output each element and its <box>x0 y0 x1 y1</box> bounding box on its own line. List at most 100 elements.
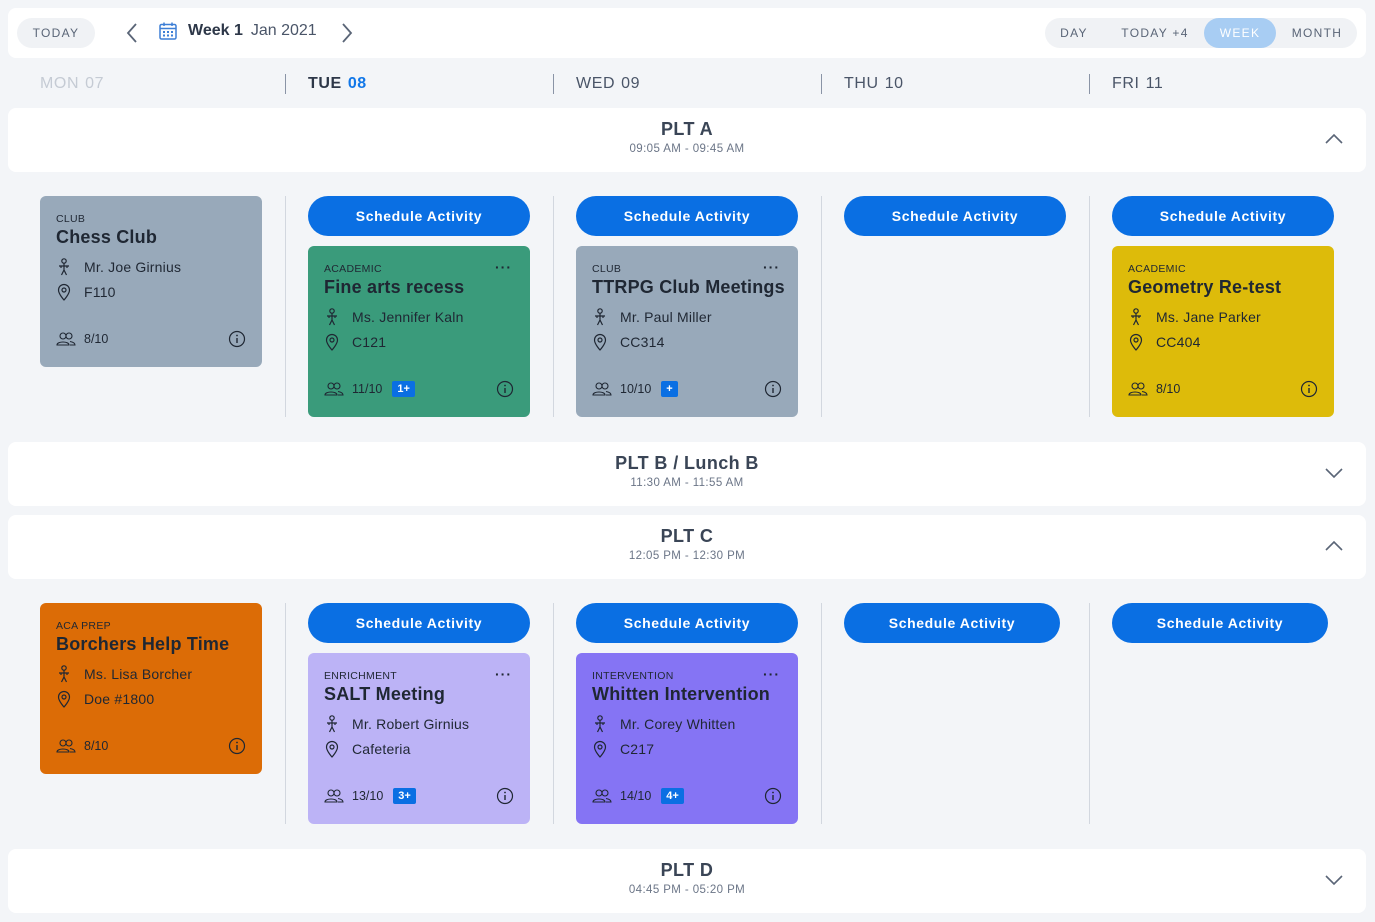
more-options-icon[interactable]: ··· <box>495 260 512 274</box>
period-header-plt-a[interactable]: PLT A 09:05 AM - 09:45 AM <box>8 108 1366 172</box>
teacher-icon <box>59 258 69 276</box>
day-header-fri[interactable]: FRI 11 <box>1089 74 1163 94</box>
card-title: Borchers Help Time <box>56 634 230 654</box>
teacher-icon <box>595 715 605 733</box>
card-teacher: Mr. Corey Whitten <box>620 716 736 732</box>
column-divider <box>1089 196 1090 417</box>
card-room: C217 <box>620 741 655 757</box>
card-teacher-row: Mr. Corey Whitten <box>592 715 782 733</box>
teacher-icon <box>595 308 605 326</box>
card-teacher-row: Mr. Joe Girnius <box>56 258 246 276</box>
day-header-wed[interactable]: WED 09 <box>553 74 640 94</box>
prev-week-button[interactable] <box>119 20 145 46</box>
activity-card-geometry-retest[interactable]: ACADEMIC Geometry Re-test Ms. Jane Parke… <box>1112 246 1334 417</box>
period-title: PLT A <box>661 119 713 139</box>
card-title: Whitten Intervention <box>592 684 770 704</box>
period-title: PLT B / Lunch B <box>615 453 759 473</box>
info-icon[interactable] <box>1300 380 1318 398</box>
activity-card-fine-arts-recess[interactable]: ··· ACADEMIC Fine arts recess Ms. Jennif… <box>308 246 530 417</box>
day-header-mon[interactable]: MON 07 <box>8 74 104 94</box>
card-footer: 14/10 4+ <box>592 787 782 805</box>
info-icon[interactable] <box>764 380 782 398</box>
activity-card-borchers-help-time[interactable]: ACA PREP Borchers Help Time Ms. Lisa Bor… <box>40 603 262 774</box>
overflow-badge[interactable]: 1+ <box>392 381 415 397</box>
schedule-activity-button[interactable]: Schedule Activity <box>844 603 1060 643</box>
teacher-icon <box>1131 308 1141 326</box>
card-footer: 11/10 1+ <box>324 380 514 398</box>
card-category: INTERVENTION <box>592 670 674 682</box>
period-time: 04:45 PM - 05:20 PM <box>628 884 746 896</box>
period-header-plt-c[interactable]: PLT C 12:05 PM - 12:30 PM <box>8 515 1366 579</box>
view-month-button[interactable]: MONTH <box>1279 18 1355 48</box>
people-icon <box>56 332 76 346</box>
location-pin-icon <box>325 740 339 758</box>
month-year: Jan 2021 <box>250 22 317 39</box>
schedule-activity-button[interactable]: Schedule Activity <box>576 196 798 236</box>
activity-card-whitten-intervention[interactable]: ··· INTERVENTION Whitten Intervention Mr… <box>576 653 798 824</box>
card-room: Cafeteria <box>352 741 411 757</box>
chevron-up-icon[interactable] <box>1324 132 1344 146</box>
schedule-activity-button[interactable]: Schedule Activity <box>576 603 798 643</box>
info-icon[interactable] <box>228 737 246 755</box>
card-title: Fine arts recess <box>324 277 465 297</box>
info-icon[interactable] <box>496 787 514 805</box>
period-header-plt-d[interactable]: PLT D 04:45 PM - 05:20 PM <box>8 849 1366 913</box>
view-day-button[interactable]: DAY <box>1045 18 1103 48</box>
schedule-activity-button[interactable]: Schedule Activity <box>308 196 530 236</box>
card-teacher-row: Mr. Robert Girnius <box>324 715 514 733</box>
info-icon[interactable] <box>764 787 782 805</box>
view-week-button[interactable]: WEEK <box>1204 18 1276 48</box>
location-pin-icon <box>593 740 607 758</box>
teacher-icon <box>327 308 337 326</box>
period-time: 09:05 AM - 09:45 AM <box>629 143 745 155</box>
location-pin-icon <box>325 333 339 351</box>
overflow-badge[interactable]: 4+ <box>661 788 684 804</box>
card-room: Doe #1800 <box>84 691 155 707</box>
info-icon[interactable] <box>228 330 246 348</box>
week-selector[interactable]: Week 1 Jan 2021 <box>158 21 317 41</box>
view-today-plus4-button[interactable]: TODAY +4 <box>1107 18 1203 48</box>
next-week-button[interactable] <box>334 20 360 46</box>
activity-card-ttrpg-club[interactable]: ··· CLUB TTRPG Club Meetings Mr. Paul Mi… <box>576 246 798 417</box>
chevron-down-icon[interactable] <box>1324 873 1344 887</box>
teacher-icon <box>59 665 69 683</box>
more-options-icon[interactable]: ··· <box>763 667 780 681</box>
location-pin-icon <box>593 333 607 351</box>
card-enrollment: 13/10 <box>352 789 384 803</box>
card-teacher-row: Ms. Lisa Borcher <box>56 665 246 683</box>
card-category: ACA PREP <box>56 620 111 632</box>
column-divider <box>553 603 554 824</box>
day-name: WED <box>576 75 616 92</box>
today-button[interactable]: TODAY <box>17 18 95 48</box>
schedule-activity-button[interactable]: Schedule Activity <box>844 196 1066 236</box>
day-name: THU <box>844 75 879 92</box>
more-options-icon[interactable]: ··· <box>763 260 780 274</box>
card-room: CC404 <box>1156 334 1201 350</box>
chevron-down-icon[interactable] <box>1324 466 1344 480</box>
people-icon <box>324 789 344 803</box>
day-number: 07 <box>85 75 105 92</box>
schedule-activity-button[interactable]: Schedule Activity <box>1112 196 1334 236</box>
day-header-thu[interactable]: THU 10 <box>821 74 904 94</box>
period-time: 11:30 AM - 11:55 AM <box>630 477 744 489</box>
chevron-up-icon[interactable] <box>1324 539 1344 553</box>
activity-card-salt-meeting[interactable]: ··· ENRICHMENT SALT Meeting Mr. Robert G… <box>308 653 530 824</box>
period-header-plt-b[interactable]: PLT B / Lunch B 11:30 AM - 11:55 AM <box>8 442 1366 506</box>
card-room-row: CC314 <box>592 333 782 351</box>
card-footer: 8/10 <box>1128 380 1318 398</box>
card-room-row: CC404 <box>1128 333 1318 351</box>
schedule-activity-button[interactable]: Schedule Activity <box>1112 603 1328 643</box>
location-pin-icon <box>57 690 71 708</box>
overflow-badge[interactable]: + <box>661 381 678 397</box>
card-teacher-row: Ms. Jennifer Kaln <box>324 308 514 326</box>
activity-card-chess-club[interactable]: CLUB Chess Club Mr. Joe Girnius F110 8/1… <box>40 196 262 367</box>
schedule-activity-button[interactable]: Schedule Activity <box>308 603 530 643</box>
more-options-icon[interactable]: ··· <box>495 667 512 681</box>
overflow-badge[interactable]: 3+ <box>393 788 416 804</box>
chevron-left-icon <box>126 23 137 43</box>
day-header-tue[interactable]: TUE 08 <box>285 74 367 94</box>
chevron-right-icon <box>342 23 353 43</box>
card-room-row: Cafeteria <box>324 740 514 758</box>
column-divider <box>285 196 286 417</box>
info-icon[interactable] <box>496 380 514 398</box>
